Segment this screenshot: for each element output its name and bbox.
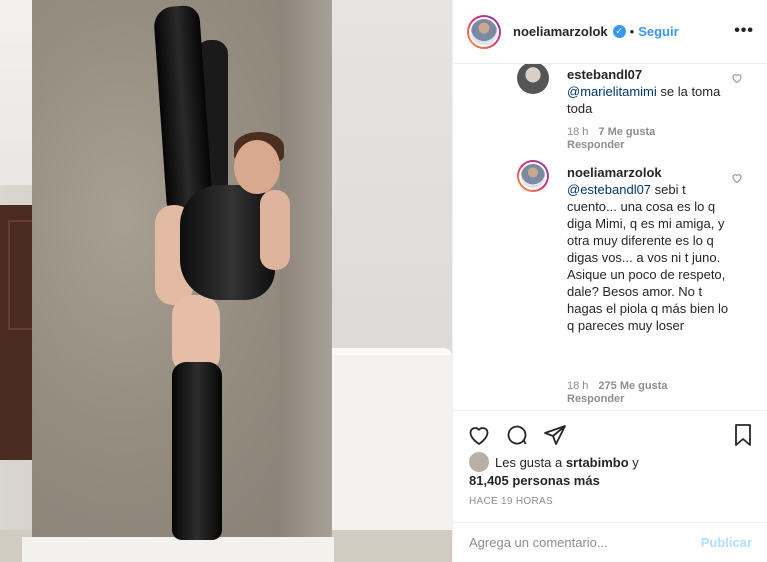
- verified-badge-icon: ✓: [612, 25, 626, 38]
- post-side-panel: noeliamarzolok ✓ • Seguir ••• estebandl0…: [452, 0, 767, 562]
- like-comment-heart-icon[interactable]: [731, 172, 743, 184]
- comment-bubble-icon[interactable]: [505, 423, 529, 447]
- comment-avatar[interactable]: [517, 64, 549, 94]
- more-options-icon[interactable]: •••: [734, 22, 754, 40]
- comment-mention[interactable]: @estebandl07: [567, 182, 651, 197]
- comment-mention[interactable]: @marielitamimi: [567, 84, 657, 99]
- save-bookmark-icon[interactable]: [731, 423, 755, 447]
- likes-summary: Les gusta a srtabimbo y 81,405 personas …: [469, 452, 759, 489]
- comment-body: noeliamarzolok @estebandl07 sebi t cuent…: [567, 164, 737, 334]
- comment-meta: 18 h 7 Me gusta Responder: [567, 126, 655, 152]
- reply-button[interactable]: Responder: [567, 393, 624, 405]
- photo-arm: [260, 190, 290, 270]
- comment-author[interactable]: estebandl07: [567, 67, 642, 82]
- comment-avatar[interactable]: [517, 160, 549, 192]
- share-send-icon[interactable]: [543, 423, 567, 447]
- comment-text: sebi t cuento... una cosa es lo q diga M…: [567, 182, 729, 333]
- post-actions: [453, 410, 767, 450]
- post-header: noeliamarzolok ✓ • Seguir •••: [453, 0, 767, 64]
- photo-pillar-edge: [280, 0, 332, 545]
- instagram-post: noeliamarzolok ✓ • Seguir ••• estebandl0…: [0, 0, 767, 562]
- publish-button[interactable]: Publicar: [701, 535, 752, 550]
- comment-likes[interactable]: 7 Me gusta: [598, 126, 655, 138]
- like-heart-icon[interactable]: [467, 423, 491, 447]
- likes-joiner: y: [628, 455, 639, 470]
- like-comment-heart-icon[interactable]: [731, 72, 743, 84]
- liker-username[interactable]: srtabimbo: [566, 455, 629, 470]
- comments-list[interactable]: estebandl07 @marielitamimi se la toma to…: [453, 64, 767, 410]
- liker-avatar[interactable]: [469, 452, 489, 472]
- comment-author[interactable]: noeliamarzolok: [567, 165, 662, 180]
- comment-meta: 18 h 275 Me gusta Responder: [567, 380, 668, 406]
- comment-input[interactable]: Agrega un comentario...: [469, 535, 701, 550]
- add-comment-bar: Agrega un comentario... Publicar: [453, 522, 767, 562]
- post-timestamp[interactable]: HACE 19 HORAS: [469, 496, 553, 507]
- header-separator: •: [629, 24, 635, 39]
- post-photo[interactable]: [0, 0, 452, 562]
- post-username[interactable]: noeliamarzolok: [513, 24, 608, 39]
- comment-likes[interactable]: 275 Me gusta: [598, 380, 667, 392]
- profile-avatar[interactable]: [467, 14, 501, 49]
- photo-standing-boot: [172, 362, 222, 540]
- likes-prefix: Les gusta a: [495, 455, 566, 470]
- photo-head: [234, 140, 280, 194]
- likes-count[interactable]: 81,405 personas más: [469, 473, 600, 488]
- comment-body: estebandl07 @marielitamimi se la toma to…: [567, 66, 747, 117]
- photo-baseboard: [22, 537, 334, 562]
- comment-time: 18 h: [567, 126, 589, 138]
- comment-time: 18 h: [567, 380, 589, 392]
- reply-button[interactable]: Responder: [567, 139, 624, 151]
- follow-button[interactable]: Seguir: [638, 24, 678, 39]
